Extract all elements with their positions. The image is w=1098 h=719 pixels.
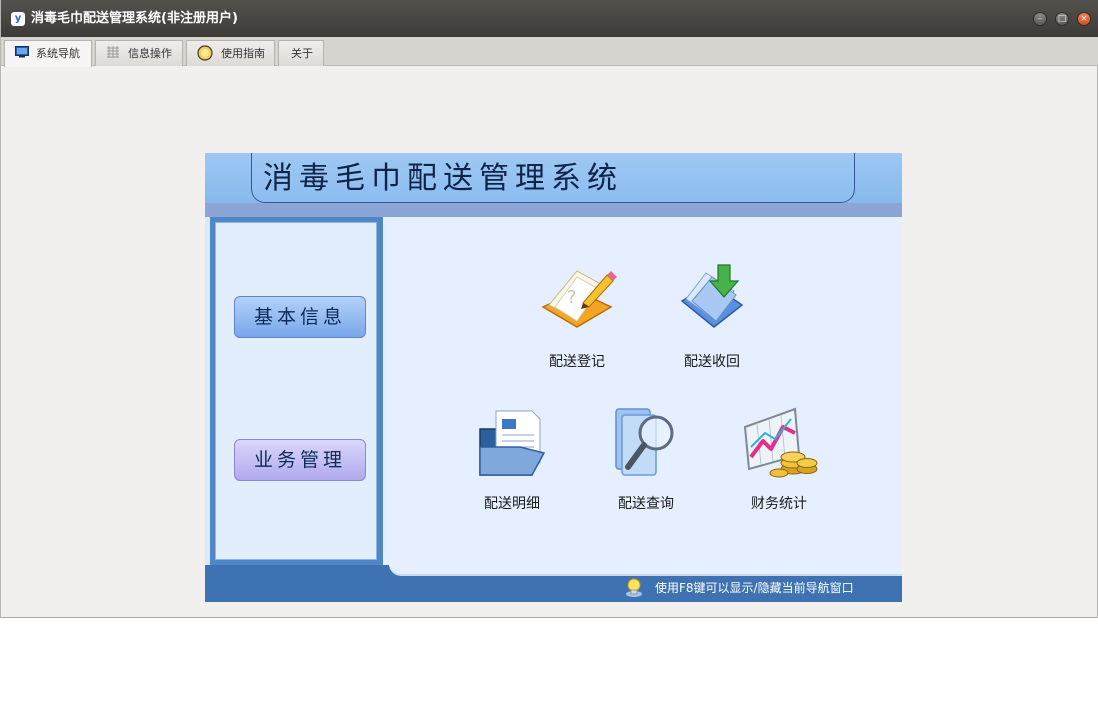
chart-coins-icon [743,407,818,478]
svg-text:?: ? [567,287,577,308]
app-icon: y [11,12,25,26]
grid-icon [107,46,119,58]
item-label: 财务统计 [751,496,807,512]
delivery-recall-item[interactable]: 配送收回 [664,261,760,371]
delivery-register-item[interactable]: ? 配送登记 [529,261,625,371]
tab-label: 关于 [291,47,313,60]
f8-hint-text: 使用F8键可以显示/隐藏当前导航窗口 [655,581,854,595]
download-folder-icon [680,264,744,328]
menu-panel-inner: 基本信息 业务管理 [215,222,377,560]
basic-info-button[interactable]: 基本信息 [234,296,366,338]
window-title: 消毒毛巾配送管理系统(非注册用户) [31,11,238,26]
business-management-button[interactable]: 业务管理 [234,439,366,481]
minimize-icon[interactable]: – [1033,12,1047,26]
tab-about[interactable]: 关于 [278,40,324,66]
navigator-header: 消毒毛巾配送管理系统 [205,153,902,217]
title-bar[interactable]: y 消毒毛巾配送管理系统(非注册用户) – □ × [1,0,1098,37]
document-folder-icon [479,410,546,476]
tab-label: 使用指南 [221,47,265,60]
tab-info-operation[interactable]: 信息操作 [95,40,183,66]
tab-system-navigation[interactable]: 系统导航 [4,40,92,67]
help-circle-icon [197,45,213,61]
tab-label: 系统导航 [36,47,80,60]
item-label: 配送明细 [484,496,540,512]
tab-user-guide[interactable]: 使用指南 [186,40,275,66]
close-icon[interactable]: × [1077,12,1091,26]
notebook-pencil-icon: ? [541,270,617,328]
navigator-title: 消毒毛巾配送管理系统 [263,161,623,196]
footer-curve [389,564,902,576]
item-label: 配送查询 [618,496,674,512]
maximize-icon[interactable]: □ [1055,12,1069,26]
monitor-icon [15,46,29,58]
function-panel: ? 配送登记 配送收回 配送明细 配送查询 财务统计 [381,217,902,565]
lightbulb-icon [626,578,642,597]
menu-panel: 基本信息 业务管理 [210,217,382,565]
app-window: y 消毒毛巾配送管理系统(非注册用户) – □ × 系统导航 信息操作 使用指南… [0,0,1098,618]
item-label: 配送收回 [684,354,740,370]
item-label: 配送登记 [549,354,605,370]
magnifier-icon [615,408,674,476]
delivery-details-item[interactable]: 配送明细 [464,403,560,513]
tab-label: 信息操作 [128,47,172,60]
finance-statistics-item[interactable]: 财务统计 [731,403,827,513]
tab-bar: 系统导航 信息操作 使用指南 关于 [1,37,1098,67]
navigator-footer: 使用F8键可以显示/隐藏当前导航窗口 [205,564,902,602]
delivery-query-item[interactable]: 配送查询 [598,403,694,513]
header-band [205,203,902,217]
navigator-panel: 消毒毛巾配送管理系统 基本信息 业务管理 ? 配送登记 配送收回 配送明细 配送… [205,153,902,602]
